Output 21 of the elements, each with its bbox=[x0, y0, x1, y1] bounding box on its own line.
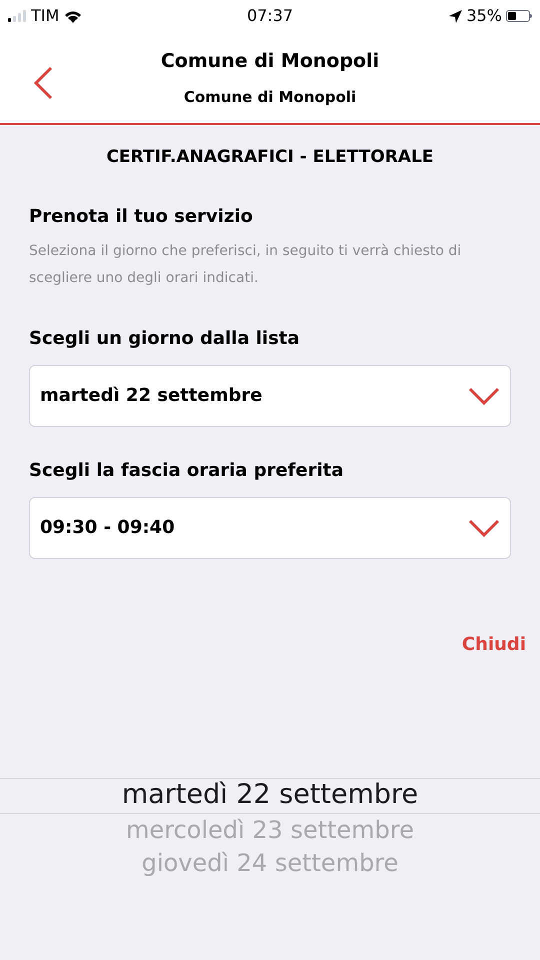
close-button[interactable]: Chiudi bbox=[462, 630, 526, 658]
header-subtitle: Comune di Monopoli bbox=[184, 86, 356, 108]
service-title: CERTIF.ANAGRAFICI - ELETTORALE bbox=[106, 146, 434, 169]
back-icon[interactable] bbox=[33, 66, 53, 100]
signal-icon bbox=[8, 10, 26, 22]
wifi-icon bbox=[64, 10, 82, 22]
battery-icon bbox=[506, 10, 532, 22]
section-title: Prenota il tuo servizio bbox=[29, 204, 254, 228]
field-label: Scegli un giorno dalla lista bbox=[29, 326, 301, 350]
chevron-down-icon bbox=[468, 386, 500, 404]
header-title: Comune di Monopoli bbox=[160, 49, 380, 74]
carrier-name: TIM bbox=[31, 5, 60, 27]
clock-time: 07:37 bbox=[246, 5, 294, 27]
section-description: Seleziona il giorno che preferisci, in seguito ti verrà chiesto di scegliere uno degli orari indicati. bbox=[29, 242, 462, 288]
location-arrow-icon bbox=[449, 10, 462, 22]
field-label: Scegli la fascia oraria preferita bbox=[29, 458, 345, 482]
battery-percentage: 35% bbox=[466, 5, 502, 27]
chevron-down-icon bbox=[468, 518, 500, 536]
dropdown-field[interactable]: martedì 22 settembre bbox=[29, 364, 511, 426]
dropdown-field[interactable]: 09:30 - 09:40 bbox=[29, 496, 511, 558]
picker-option[interactable]: martedì 22 settembre bbox=[0, 778, 540, 814]
